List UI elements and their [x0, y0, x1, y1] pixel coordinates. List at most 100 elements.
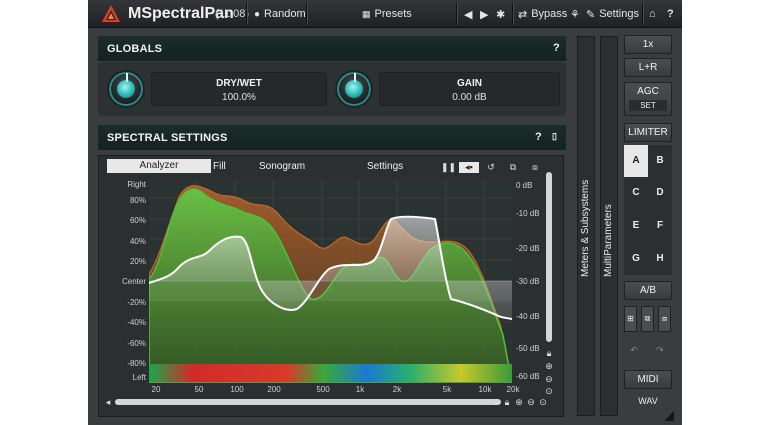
paste-icon[interactable]: ⧈: [529, 162, 541, 173]
globals-help-button[interactable]: ?: [553, 42, 560, 54]
arrow-right-icon: ▶: [480, 8, 489, 21]
gain-knob[interactable]: [335, 70, 373, 108]
pause-icon[interactable]: ❚❚: [441, 162, 456, 173]
tab-fill[interactable]: Fill: [213, 161, 226, 172]
spectral-pin-icon[interactable]: ▯: [552, 131, 557, 142]
h-zoom-in-icon[interactable]: ⊕: [514, 397, 524, 407]
spectrum-plot[interactable]: [149, 179, 512, 383]
spectrum-panel: Analyzer Fill Sonogram Settings ❚❚ ◂▪ ↺ …: [98, 155, 564, 417]
frequency-axis-label: 200: [267, 385, 281, 394]
frequency-axis-label: 5k: [442, 385, 452, 394]
redo-icon[interactable]: ↷: [655, 345, 665, 355]
bypass-icon: ⇄: [518, 8, 528, 21]
preset-slots: A B C D E F G H: [624, 145, 672, 275]
slot-a[interactable]: A: [624, 145, 648, 177]
frequency-axis-label: 500: [316, 385, 330, 394]
morph-icon[interactable]: ⊞: [624, 306, 637, 332]
help-label: ?: [667, 8, 674, 20]
midi-button[interactable]: MIDI: [624, 370, 672, 389]
slot-c[interactable]: C: [624, 177, 648, 209]
multiparameters-strip[interactable]: MultiParameters: [600, 36, 618, 416]
spectral-title: SPECTRAL SETTINGS: [107, 132, 228, 144]
bypass-button[interactable]: ⇄ Bypass: [514, 5, 571, 23]
drywet-knob-cap: [117, 80, 135, 98]
multiparameters-label: MultiParameters: [603, 204, 614, 277]
pan-axis-label: Center: [121, 277, 146, 286]
reset-icon[interactable]: ↺: [485, 162, 497, 173]
zoom-reset-icon[interactable]: ⊙: [544, 386, 554, 396]
db-axis-label: -50 dB: [516, 344, 540, 353]
home-button[interactable]: ⌂: [645, 5, 660, 23]
home-icon: ⌂: [649, 8, 656, 20]
agc-button[interactable]: AGC SET: [624, 82, 672, 116]
frequency-axis-label: 100: [230, 385, 244, 394]
gear-small-icon: ✱: [496, 8, 506, 21]
globals-title: GLOBALS: [107, 43, 163, 55]
pan-axis-label: 40%: [129, 237, 146, 246]
drywet-knob-pointer: [126, 73, 128, 82]
freeze-icon[interactable]: ◂▪: [459, 162, 479, 173]
slot-g[interactable]: G: [624, 243, 648, 275]
tab-sonogram[interactable]: Sonogram: [259, 161, 305, 172]
slot-h[interactable]: H: [648, 243, 672, 275]
db-axis-label: 0 dB: [516, 181, 533, 190]
db-axis-label: -20 dB: [516, 244, 540, 253]
h-lock-icon[interactable]: 🔒︎: [502, 397, 512, 407]
plugin-version: (11.08): [215, 8, 250, 20]
drywet-knob[interactable]: [107, 70, 145, 108]
h-zoom-out-icon[interactable]: ⊖: [526, 397, 536, 407]
scroll-left-icon[interactable]: ◂: [103, 397, 113, 407]
scroll-right-icon[interactable]: ▸: [492, 397, 502, 407]
db-axis-label: -30 dB: [516, 277, 540, 286]
zoom-button[interactable]: 1x: [624, 35, 672, 54]
undo-icon[interactable]: ↶: [629, 345, 639, 355]
plugin-window: MSpectralPan (11.08) ● Random ▦ Presets …: [88, 0, 682, 425]
horizontal-scrollbar[interactable]: [115, 399, 501, 405]
copy-slot-icon[interactable]: ⧉: [641, 306, 654, 332]
prev-preset-button[interactable]: ◀: [460, 5, 476, 23]
drywet-label: DRY/WET: [216, 78, 262, 89]
slot-b[interactable]: B: [648, 145, 672, 177]
frequency-axis-label: 50: [194, 385, 204, 394]
random-button[interactable]: ● Random: [250, 5, 310, 23]
settings-label: Settings: [599, 8, 639, 20]
grid-icon: ▦: [362, 8, 371, 19]
wrench-icon: ✎: [586, 8, 596, 21]
agc-set-button[interactable]: SET: [629, 100, 667, 111]
help-button[interactable]: ?: [663, 5, 678, 23]
slot-f[interactable]: F: [648, 210, 672, 242]
zoom-out-icon[interactable]: ⊖: [544, 374, 554, 384]
h-zoom-reset-icon[interactable]: ⊙: [538, 397, 548, 407]
pan-axis-label: 80%: [129, 196, 146, 205]
copy-icon[interactable]: ⧉: [507, 162, 519, 173]
agc-label: AGC: [637, 86, 659, 97]
bypass-label: Bypass: [531, 8, 568, 20]
settings-button[interactable]: ✎ Settings: [582, 5, 643, 23]
slot-e[interactable]: E: [624, 210, 648, 242]
vertical-scrollbar[interactable]: [546, 172, 552, 342]
slot-d[interactable]: D: [648, 177, 672, 209]
meters-subsystems-strip[interactable]: Meters & Subsystems: [577, 36, 595, 416]
tab-settings[interactable]: Settings: [367, 161, 403, 172]
lock-icon[interactable]: 🔒︎: [544, 348, 554, 358]
channel-mode-button[interactable]: L+R: [624, 58, 672, 77]
gain-value: 0.00 dB: [452, 92, 487, 103]
db-axis-label: -40 dB: [516, 312, 540, 321]
frequency-axis-label: 20: [151, 385, 161, 394]
ab-button[interactable]: A/B: [624, 281, 672, 300]
gain-display[interactable]: GAIN 0.00 dB: [379, 72, 560, 106]
drywet-display[interactable]: DRY/WET 100.0%: [151, 72, 327, 106]
arrow-left-icon: ◀: [464, 8, 473, 21]
drywet-value: 100.0%: [222, 92, 256, 103]
zoom-in-icon[interactable]: ⊕: [544, 361, 554, 371]
limiter-button[interactable]: LIMITER: [624, 123, 672, 142]
presets-button[interactable]: ▦ Presets: [358, 5, 416, 23]
pan-axis-label: -20%: [127, 298, 146, 307]
next-preset-button[interactable]: ▶: [476, 5, 492, 23]
wav-button[interactable]: WAV: [624, 396, 672, 406]
resize-handle-icon[interactable]: [664, 411, 674, 421]
spectral-help-button[interactable]: ?: [535, 131, 542, 143]
preset-options-button[interactable]: ✱: [492, 5, 509, 23]
tab-analyzer[interactable]: Analyzer: [107, 159, 211, 173]
paste-slot-icon[interactable]: ⧈: [658, 306, 671, 332]
